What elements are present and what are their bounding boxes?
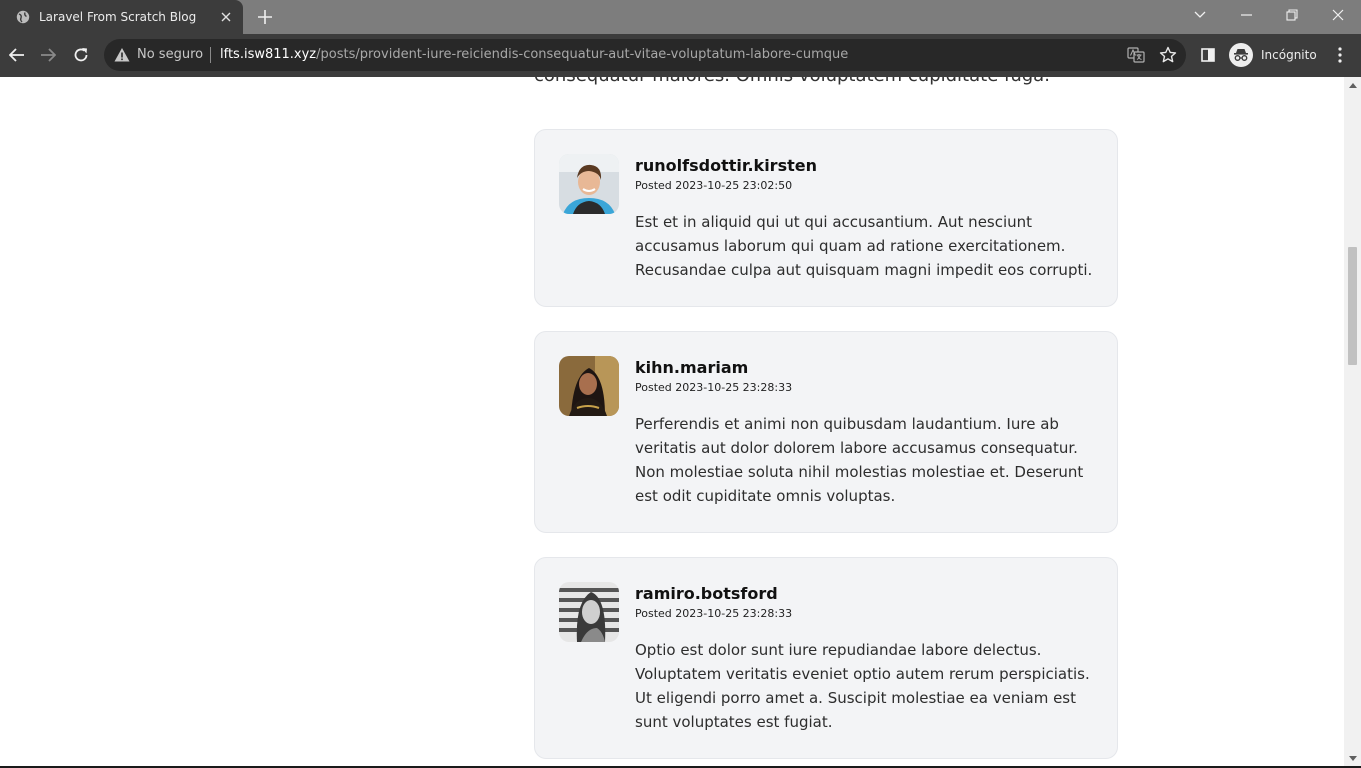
url-text[interactable]: lfts.isw811.xyz/posts/provident-iure-rei… (220, 47, 848, 62)
comment-card: ramiro.botsford Posted 2023-10-25 23:28:… (534, 557, 1118, 759)
side-panel-icon[interactable] (1195, 42, 1221, 68)
restore-button[interactable] (1269, 0, 1315, 30)
warning-icon[interactable] (114, 47, 130, 63)
post-body-text: consequatur maiores. Omnis voluptatem cu… (534, 77, 1134, 86)
comment-author: kihn.mariam (635, 358, 749, 377)
tab-title: Laravel From Scratch Blog (39, 10, 197, 24)
url-host: lfts.isw811.xyz (220, 47, 317, 62)
comment-body: Perferendis et animi non quibusdam lauda… (635, 415, 1084, 505)
minimize-button[interactable] (1223, 0, 1269, 30)
incognito-profile-button[interactable]: Incógnito (1227, 41, 1321, 69)
comment-card: runolfsdottir.kirsten Posted 2023-10-25 … (534, 129, 1118, 307)
omnibox-divider (210, 47, 211, 63)
close-tab-icon[interactable] (213, 4, 239, 30)
reload-button[interactable] (68, 42, 94, 68)
forward-button[interactable] (35, 42, 61, 68)
avatar (559, 356, 619, 416)
comment-date: Posted 2023-10-25 23:28:33 (635, 381, 793, 394)
page-scrollbar[interactable] (1344, 77, 1361, 768)
globe-icon (16, 10, 30, 24)
page-viewport: consequatur maiores. Omnis voluptatem cu… (0, 77, 1344, 768)
comment-body: Optio est dolor sunt iure repudiandae la… (635, 641, 1090, 731)
browser-tab[interactable]: Laravel From Scratch Blog (0, 0, 243, 34)
comment-card: kihn.mariam Posted 2023-10-25 23:28:33 P… (534, 331, 1118, 533)
browser-toolbar: No seguro lfts.isw811.xyz/posts/providen… (0, 34, 1361, 77)
comment-author: ramiro.botsford (635, 584, 778, 603)
new-tab-button[interactable] (254, 6, 276, 28)
comment-date: Posted 2023-10-25 23:28:33 (635, 607, 793, 620)
bookmark-star-icon[interactable] (1158, 45, 1178, 65)
tab-search-chevron-icon[interactable] (1177, 0, 1223, 30)
avatar (559, 154, 619, 214)
scroll-up-icon[interactable] (1348, 81, 1357, 89)
scroll-down-icon[interactable] (1348, 754, 1357, 762)
translate-icon[interactable] (1126, 45, 1146, 65)
comment-author: runolfsdottir.kirsten (635, 156, 817, 175)
comment-body: Est et in aliquid qui ut qui accusantium… (635, 213, 1093, 279)
browser-titlebar: Laravel From Scratch Blog (0, 0, 1361, 34)
back-button[interactable] (4, 42, 30, 68)
close-window-button[interactable] (1315, 0, 1361, 30)
security-label[interactable]: No seguro (137, 47, 203, 62)
address-bar[interactable]: No seguro lfts.isw811.xyz/posts/providen… (104, 39, 1186, 71)
incognito-icon (1229, 43, 1253, 67)
scrollbar-thumb[interactable] (1348, 247, 1357, 365)
avatar (559, 582, 619, 642)
profile-label: Incógnito (1261, 48, 1317, 62)
comment-date: Posted 2023-10-25 23:02:50 (635, 179, 793, 192)
more-options-icon[interactable] (1328, 42, 1352, 68)
url-path: /posts/provident-iure-reiciendis-consequ… (316, 47, 849, 62)
